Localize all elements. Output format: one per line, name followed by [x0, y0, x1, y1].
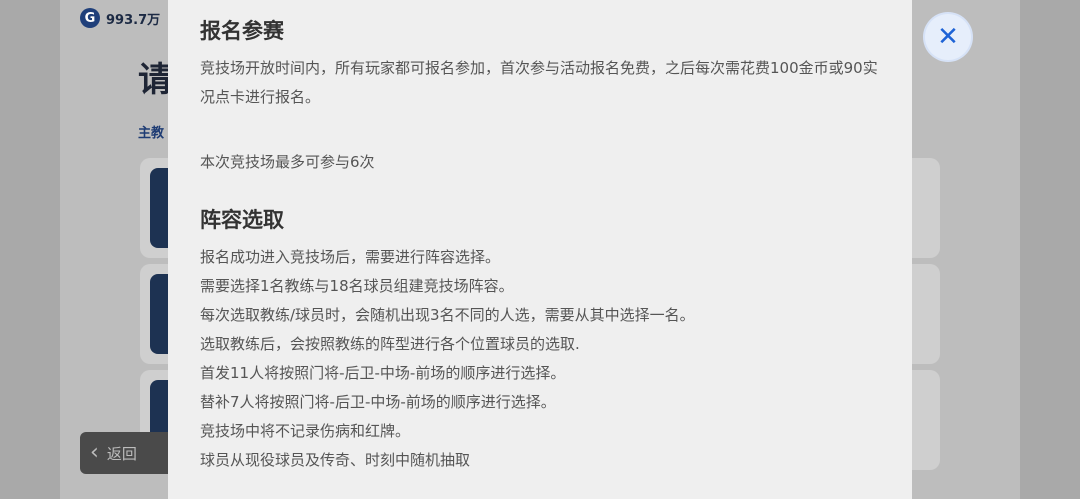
back-button[interactable]: ‹ 返回	[80, 432, 180, 474]
back-label: 返回	[106, 444, 137, 463]
background-page-title: 请	[138, 60, 172, 100]
lineup-line: 报名成功进入竞技场后，需要进行阵容选择。	[200, 248, 501, 266]
lineup-line: 选取教练后，会按照教练的阵型进行各个位置球员的选取.	[200, 335, 580, 353]
lineup-line: 替补7人将按照门将-后卫-中场-前场的顺序进行选择。	[200, 393, 556, 411]
lineup-line: 首发11人将按照门将-后卫-中场-前场的顺序进行选择。	[200, 364, 566, 382]
close-icon: ✕	[937, 22, 959, 52]
lineup-line: 竞技场中将不记录伤病和红牌。	[200, 422, 411, 440]
section-title-registration: 报名参赛	[200, 19, 284, 43]
currency-amount: 993.7万	[106, 12, 161, 28]
rules-modal[interactable]: 报名参赛 竞技场开放时间内，所有玩家都可报名参加，首次参与活动报名免费，之后每次…	[168, 0, 912, 499]
lineup-line: 需要选择1名教练与18名球员组建竞技场阵容。	[200, 277, 514, 295]
coin-icon: G	[80, 8, 100, 28]
chevron-left-icon: ‹	[90, 440, 99, 465]
lineup-line: 球员从现役球员及传奇、时刻中随机抽取	[200, 451, 471, 469]
currency-display: G 993.7万	[80, 8, 160, 28]
registration-limit: 本次竞技场最多可参与6次	[200, 153, 375, 171]
lineup-line: 每次选取教练/球员时，会随机出现3名不同的人选，需要从其中选择一名。	[200, 306, 695, 324]
background-subtitle: 主教	[138, 126, 165, 141]
section-title-lineup: 阵容选取	[200, 208, 284, 232]
registration-paragraph: 竞技场开放时间内，所有玩家都可报名参加，首次参与活动报名免费，之后每次需花费10…	[200, 59, 878, 106]
rules-content: 报名参赛 竞技场开放时间内，所有玩家都可报名参加，首次参与活动报名免费，之后每次…	[168, 0, 912, 475]
close-button[interactable]: ✕	[925, 14, 971, 60]
